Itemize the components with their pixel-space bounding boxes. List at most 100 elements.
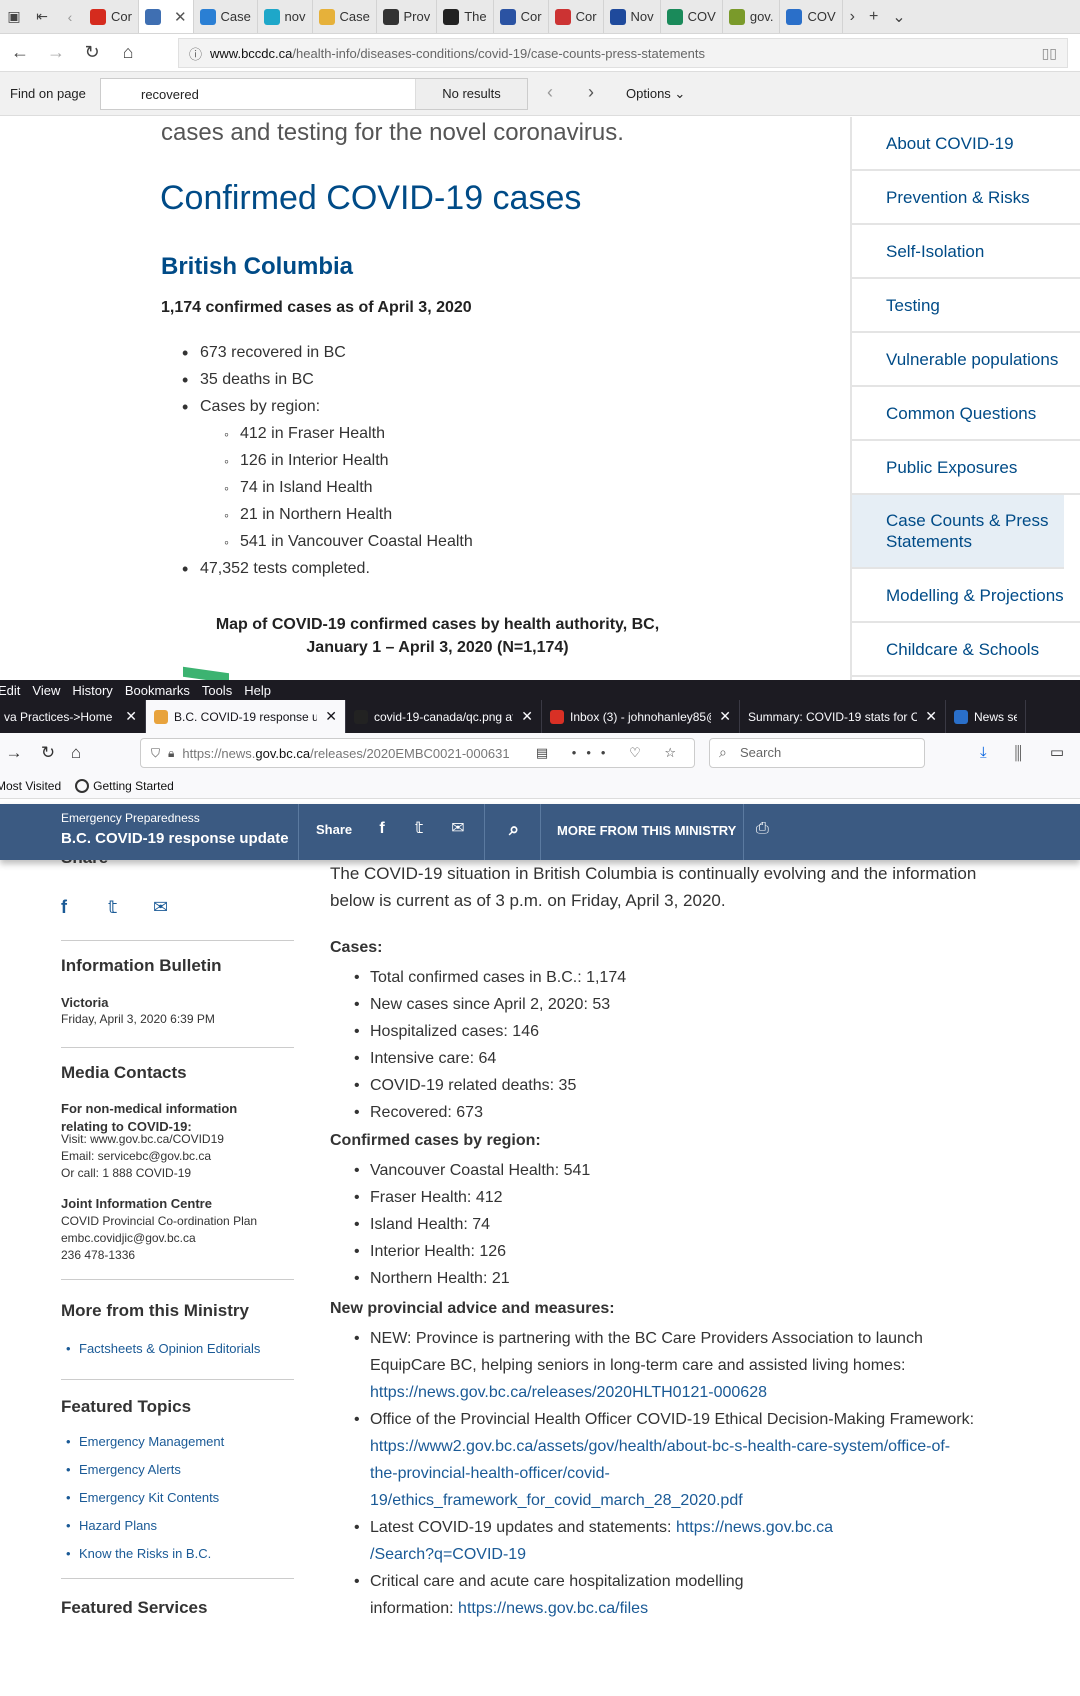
menu-item[interactable]: History	[72, 683, 112, 698]
new-tab-icon[interactable]: +	[862, 8, 885, 26]
firefox-tab[interactable]: Inbox (3) - johnohanley85@ ✕	[542, 700, 740, 733]
sidebar-item[interactable]: Prevention & Risks	[852, 171, 1080, 225]
menu-item[interactable]: Bookmarks	[125, 683, 190, 698]
link-emergency-kit[interactable]: Emergency Kit Contents	[66, 1490, 224, 1518]
close-tab-icon[interactable]: ✕	[521, 708, 533, 725]
menu-item[interactable]: View	[32, 683, 60, 698]
page-actions[interactable]: ▤ ••• ♡ ☆	[536, 745, 686, 761]
sidebar-item[interactable]: About COVID-19	[852, 117, 1080, 171]
scroll-tabs-left-icon[interactable]: ‹	[56, 0, 84, 33]
advice-link[interactable]: https://news.gov.bc.ca	[676, 1519, 833, 1536]
forward-button[interactable]: →	[38, 42, 74, 63]
menu-item[interactable]: Help	[244, 683, 271, 698]
edge-url-field[interactable]: ⓘ www.bccdc.ca /health-info/diseases-con…	[178, 38, 1068, 68]
edge-tab[interactable]: COV	[780, 0, 843, 33]
featured-topics-list: Emergency Management Emergency Alerts Em…	[66, 1434, 224, 1574]
edge-tab[interactable]: Case	[194, 0, 258, 33]
menu-item[interactable]: Tools	[202, 683, 232, 698]
refresh-button[interactable]: ↻	[74, 42, 110, 63]
link-know-the-risks[interactable]: Know the Risks in B.C.	[66, 1546, 224, 1574]
bookmark-most-visited[interactable]: Most Visited	[0, 779, 61, 793]
lock-icon[interactable]: 🔒︎	[168, 746, 174, 761]
sidebar-item[interactable]: Self-Isolation	[852, 225, 1080, 279]
close-tab-icon[interactable]: ✕	[719, 708, 731, 725]
firefox-search-input[interactable]: ⌕ Search	[709, 738, 925, 768]
edge-tab[interactable]: gov.	[723, 0, 781, 33]
home-button[interactable]: ⌂	[62, 743, 90, 763]
case-summary: 1,174 confirmed cases as of April 3, 202…	[161, 299, 472, 316]
home-button[interactable]: ⌂	[110, 42, 146, 63]
facebook-icon[interactable]: f	[371, 818, 393, 840]
print-icon[interactable]: ⎙	[756, 820, 769, 838]
link-emergency-alerts[interactable]: Emergency Alerts	[66, 1462, 224, 1490]
edge-tab[interactable]: Cor	[494, 0, 549, 33]
edge-tab[interactable]: Case	[313, 0, 377, 33]
forward-button[interactable]: →	[0, 743, 28, 763]
sidebar-item[interactable]: Public Exposures	[852, 441, 1080, 495]
link-hazard-plans[interactable]: Hazard Plans	[66, 1518, 224, 1546]
facebook-icon[interactable]: f	[61, 897, 67, 918]
sidebar-item[interactable]: Childcare & Schools	[852, 623, 1080, 677]
sidebar-item[interactable]: Case Counts & Press Statements	[852, 495, 1064, 569]
email-icon[interactable]: ✉	[447, 818, 469, 840]
firefox-tab[interactable]: News sea	[946, 700, 1026, 733]
tab-actions-icon[interactable]: ▣	[0, 0, 28, 33]
edge-tab-title: gov.	[749, 9, 774, 24]
close-tab-icon[interactable]: ✕	[925, 708, 937, 725]
advice-link[interactable]: 19/ethics_framework_for_covid_march_28_2…	[370, 1492, 743, 1509]
edge-tab[interactable]: Prov	[377, 0, 438, 33]
firefox-tab[interactable]: covid-19-canada/qc.png at ✕	[346, 700, 542, 733]
region-heading: Confirmed cases by region:	[330, 1132, 541, 1149]
shield-icon[interactable]: ⛉	[151, 746, 160, 761]
edge-tab[interactable]: Cor	[549, 0, 604, 33]
more-from-ministry-button[interactable]: MORE FROM THIS MINISTRY	[557, 823, 736, 838]
set-aside-tabs-icon[interactable]: ⇤	[28, 0, 56, 33]
edge-tab[interactable]: nov	[258, 0, 313, 33]
firefox-tab[interactable]: va Practices->Home ✕	[0, 700, 146, 733]
toolbar-icons[interactable]: ⤓ ⫼ ▭ ⋮	[980, 743, 1080, 761]
advice-link[interactable]: /Search?q=COVID-19	[370, 1546, 526, 1563]
url-path: /releases/2020EMBC0021-000631	[310, 745, 510, 761]
close-tab-icon[interactable]: ✕	[325, 708, 337, 725]
menu-item[interactable]: Edit	[0, 683, 20, 698]
link-factsheets[interactable]: Factsheets & Opinion Editorials	[66, 1341, 260, 1369]
edge-tab[interactable]: Cor	[84, 0, 139, 33]
firefox-url-field[interactable]: ⛉ 🔒︎ https://news. gov.bc.ca/releases/202…	[140, 738, 695, 768]
scroll-tabs-right-icon[interactable]: ›	[843, 8, 862, 26]
find-input[interactable]: recovered No results	[100, 78, 528, 110]
firefox-tab[interactable]: B.C. COVID-19 response upc ✕	[146, 700, 346, 733]
find-options-button[interactable]: Options ⌄	[626, 86, 685, 102]
favicon-icon	[263, 8, 280, 25]
firefox-tab[interactable]: Summary: COVID-19 stats for C ✕	[740, 700, 946, 733]
sidebar-item[interactable]: Testing	[852, 279, 1080, 333]
edge-tab[interactable]: The	[437, 0, 494, 33]
close-tab-icon[interactable]: ✕	[174, 8, 187, 26]
advice-link[interactable]: https://www2.gov.bc.ca/assets/gov/health…	[370, 1438, 950, 1455]
find-next-icon[interactable]: ›	[588, 82, 594, 103]
reading-view-icon[interactable]: ▯▯	[1042, 45, 1057, 62]
twitter-icon[interactable]: 𝕥	[408, 818, 430, 840]
edge-tab[interactable]: COV	[661, 0, 723, 33]
sidebar-item[interactable]: Vulnerable populations	[852, 333, 1080, 387]
bookmark-getting-started[interactable]: Getting Started	[93, 779, 174, 793]
reload-button[interactable]: ↻	[34, 743, 62, 763]
list-item: 47,352 tests completed.	[180, 559, 473, 586]
advice-link[interactable]: the-provincial-health-officer/covid-	[370, 1465, 610, 1482]
info-icon[interactable]: ⓘ	[189, 44, 202, 63]
search-icon[interactable]: ⌕	[503, 818, 525, 840]
advice-text: NEW: Province is partnering with the BC …	[370, 1330, 923, 1347]
edge-tab[interactable]: Nov	[604, 0, 661, 33]
advice-link[interactable]: https://news.gov.bc.ca/releases/2020HLTH…	[370, 1384, 767, 1401]
sidebar-item[interactable]: Common Questions	[852, 387, 1080, 441]
sidebar-item[interactable]: Modelling & Projections	[852, 569, 1080, 623]
twitter-icon[interactable]: 𝕥	[108, 897, 117, 918]
list-item: 126 in Interior Health	[180, 451, 473, 478]
tab-list-icon[interactable]: ⌄	[885, 7, 912, 27]
close-tab-icon[interactable]: ✕	[125, 708, 137, 725]
back-button[interactable]: ←	[2, 42, 38, 63]
find-previous-icon[interactable]: ‹	[547, 82, 553, 103]
email-icon[interactable]: ✉	[153, 897, 168, 918]
edge-tab[interactable]: ✕	[138, 0, 194, 33]
advice-link[interactable]: https://news.gov.bc.ca/files	[458, 1600, 648, 1617]
link-emergency-management[interactable]: Emergency Management	[66, 1434, 224, 1462]
